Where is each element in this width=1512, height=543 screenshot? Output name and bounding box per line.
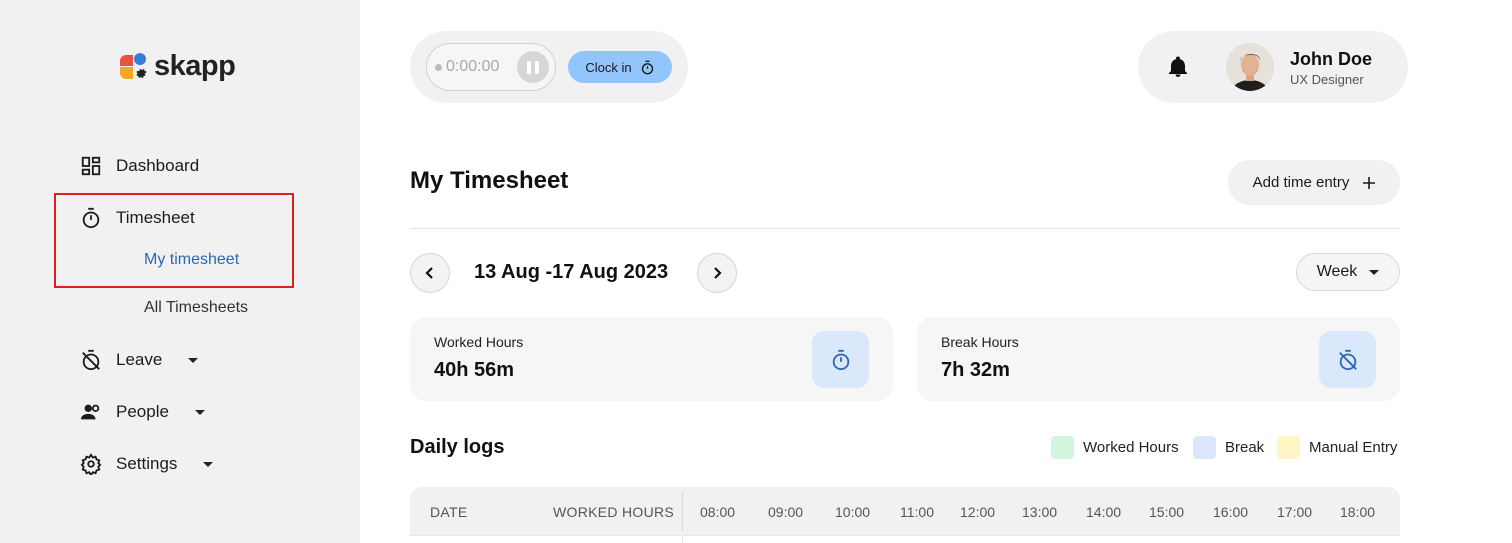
- status-dot: [435, 63, 442, 71]
- worked-hours-card: Worked Hours 40h 56m: [410, 317, 893, 401]
- legend-swatch: [1193, 436, 1216, 459]
- people-icon: [80, 404, 100, 420]
- stat-label: Break Hours: [941, 334, 1019, 350]
- table-row: [410, 535, 1400, 543]
- clock-in-label: Clock in: [585, 59, 632, 75]
- brand-name: skapp: [154, 49, 236, 82]
- column-header-worked-hours: WORKED HOURS: [553, 504, 675, 520]
- sidebar: skapp Dashboard Timesheet My timesheet A…: [0, 0, 360, 543]
- chevron-down-icon: [194, 409, 205, 415]
- prev-week-button[interactable]: [410, 253, 450, 293]
- user-name: John Doe: [1290, 49, 1373, 69]
- stopwatch-icon: [641, 60, 653, 74]
- sidebar-item-settings[interactable]: Settings: [80, 453, 214, 475]
- sidebar-item-label: Settings: [116, 454, 178, 473]
- column-divider: [682, 491, 683, 531]
- divider: [410, 228, 1400, 229]
- time-column-header: 12:00: [960, 504, 996, 520]
- sidebar-item-label: People: [116, 402, 169, 421]
- avatar[interactable]: [1226, 43, 1274, 91]
- chevron-down-icon: [188, 357, 199, 363]
- legend-label: Manual Entry: [1309, 439, 1398, 456]
- app-root: skapp Dashboard Timesheet My timesheet A…: [0, 0, 1512, 543]
- add-time-entry-button[interactable]: Add time entry: [1228, 160, 1400, 205]
- sidebar-item-leave[interactable]: Leave: [80, 349, 199, 371]
- sidebar-item-label: Dashboard: [116, 156, 200, 175]
- time-column-header: 10:00: [835, 504, 871, 520]
- pause-button[interactable]: [517, 51, 549, 83]
- legend-worked-hours: Worked Hours: [1051, 436, 1179, 459]
- daily-logs-table-header: DATE WORKED HOURS 08:00 09:00 10:00 11:0…: [410, 487, 1400, 535]
- date-range: 13 Aug -17 Aug 2023: [474, 261, 669, 283]
- selection-highlight: [54, 193, 294, 288]
- chevron-right-icon: [714, 267, 722, 279]
- plus-icon: [1363, 176, 1376, 189]
- time-column-header: 18:00: [1340, 504, 1376, 520]
- bell-icon[interactable]: [1166, 55, 1190, 79]
- time-column-header: 11:00: [900, 504, 934, 520]
- timer-off-icon: [82, 349, 100, 371]
- clock-widget: 0:00:00 Clock in: [410, 31, 688, 103]
- page-title: My Timesheet: [410, 167, 569, 194]
- stat-label: Worked Hours: [434, 334, 524, 350]
- gear-icon: [80, 453, 102, 475]
- stat-value: 40h 56m: [434, 359, 515, 381]
- stopwatch-icon: [812, 331, 869, 388]
- legend-manual-entry: Manual Entry: [1277, 436, 1397, 459]
- chevron-down-icon: [1369, 269, 1380, 275]
- column-header-date: DATE: [430, 504, 468, 520]
- daily-logs-title: Daily logs: [410, 436, 505, 458]
- chevron-down-icon: [203, 461, 214, 467]
- next-week-button[interactable]: [697, 253, 737, 293]
- time-column-header: 13:00: [1022, 504, 1058, 520]
- legend-swatch: [1277, 436, 1300, 459]
- chevron-left-icon: [425, 267, 433, 279]
- legend-label: Worked Hours: [1083, 439, 1179, 456]
- time-column-header: 09:00: [768, 504, 804, 520]
- time-column-header: 15:00: [1149, 504, 1185, 520]
- stat-value: 7h 32m: [941, 359, 1010, 381]
- sidebar-item-label: Leave: [116, 350, 163, 369]
- clock-in-button[interactable]: Clock in: [568, 51, 672, 83]
- period-select[interactable]: Week: [1296, 253, 1400, 291]
- sidebar-subitem-all-timesheets[interactable]: All Timesheets: [144, 299, 248, 317]
- timer-off-icon: [1319, 331, 1376, 388]
- column-divider: [682, 536, 683, 543]
- time-column-header: 14:00: [1086, 504, 1122, 520]
- time-column-header: 16:00: [1213, 504, 1249, 520]
- legend-swatch: [1051, 436, 1074, 459]
- legend-break: Break: [1193, 436, 1264, 459]
- logo-mark-icon: [120, 51, 150, 81]
- add-time-entry-label: Add time entry: [1252, 174, 1350, 191]
- timer-display: 0:00:00: [426, 43, 556, 91]
- user-role: UX Designer: [1290, 72, 1364, 87]
- sidebar-item-people[interactable]: People: [80, 401, 205, 423]
- sidebar-item-dashboard[interactable]: Dashboard: [80, 155, 199, 177]
- brand-logo[interactable]: skapp: [120, 49, 236, 82]
- user-widget: John Doe UX Designer: [1138, 31, 1408, 103]
- timer-value: 0:00:00: [446, 58, 500, 75]
- time-column-header: 17:00: [1277, 504, 1313, 520]
- period-select-value: Week: [1316, 263, 1358, 280]
- break-hours-card: Break Hours 7h 32m: [917, 317, 1400, 401]
- dashboard-icon: [81, 156, 101, 176]
- time-column-header: 08:00: [700, 504, 736, 520]
- legend-label: Break: [1225, 439, 1265, 456]
